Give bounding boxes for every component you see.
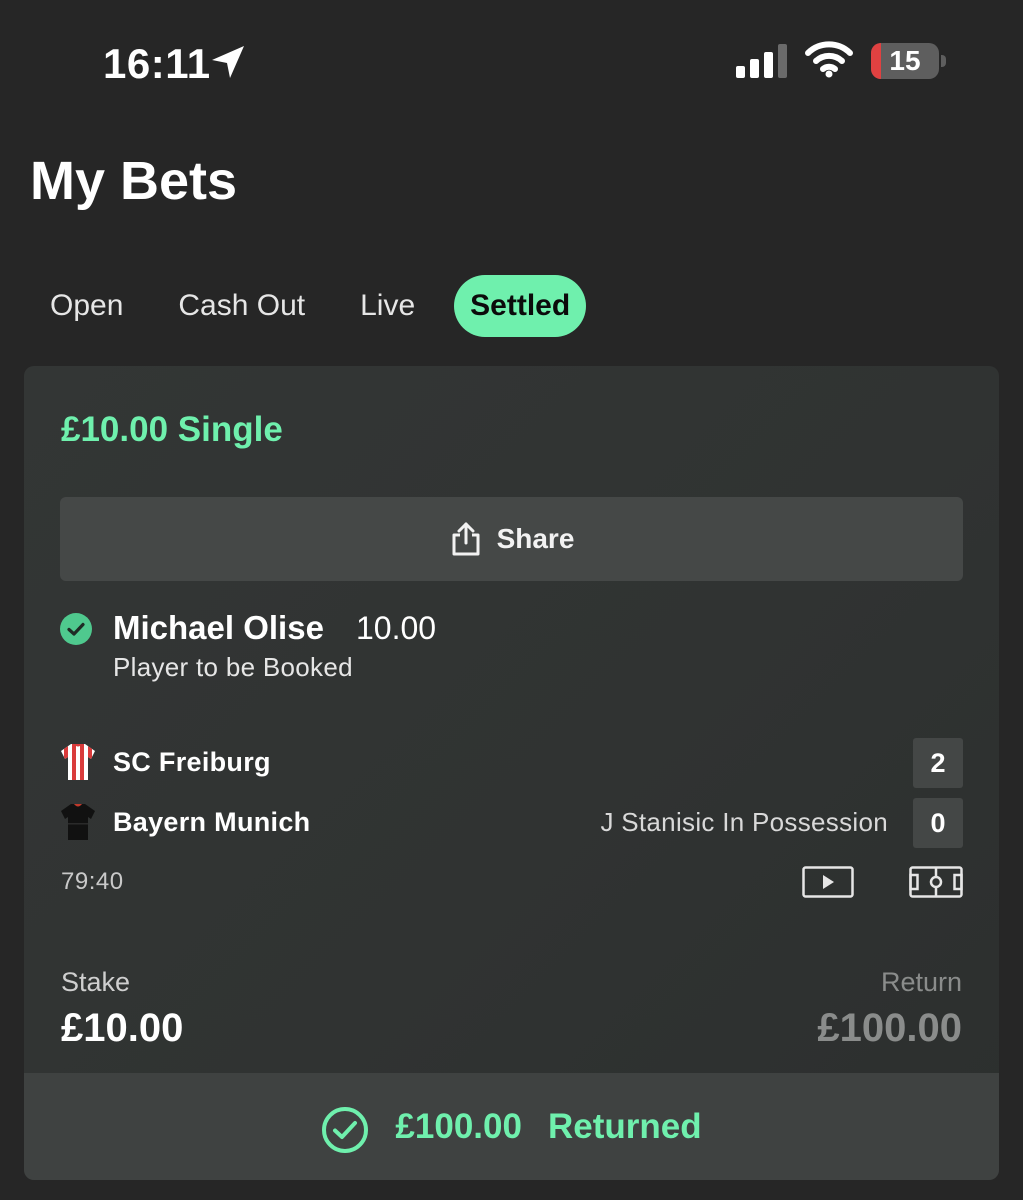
return-label: Return [880, 967, 962, 997]
video-play-icon[interactable] [802, 866, 854, 898]
tab-cash-out[interactable]: Cash Out [162, 275, 321, 337]
jersey-black-icon [61, 804, 95, 840]
result-bar: £100.00 Returned [24, 1073, 999, 1180]
selection-odds: 10.00 [356, 610, 437, 646]
location-arrow-icon [212, 46, 244, 78]
return-value: £100.00 [817, 1006, 962, 1050]
home-team-name: SC Freiburg [113, 747, 271, 777]
share-button[interactable]: Share [60, 497, 963, 581]
returned-label: Returned [547, 1106, 702, 1146]
bet-card: £10.00 Single Share Michael Olise 10.00 … [24, 366, 999, 1180]
bet-title: £10.00 Single [61, 410, 283, 449]
page-title: My Bets [30, 151, 238, 211]
battery-cap [941, 55, 946, 67]
status-bar: 16:11 15 [0, 0, 1023, 120]
jersey-red-white-stripes-icon [61, 744, 95, 780]
tab-live[interactable]: Live [344, 275, 431, 337]
away-team-name: Bayern Munich [113, 807, 311, 837]
battery-level: 15 [889, 45, 921, 76]
status-time: 16:11 [103, 40, 211, 87]
battery-icon: 15 [871, 43, 947, 79]
battery-body: 15 [871, 43, 939, 79]
home-team-score: 2 [913, 738, 963, 788]
share-icon [452, 522, 480, 556]
check-circle-icon [60, 613, 92, 645]
away-team-score: 0 [913, 798, 963, 848]
check-circle-outline-icon [322, 1106, 369, 1153]
match-clock: 79:40 [61, 868, 124, 895]
pitch-icon[interactable] [909, 866, 963, 898]
tab-open[interactable]: Open [34, 275, 139, 337]
share-label: Share [496, 523, 575, 554]
stake-value: £10.00 [61, 1006, 184, 1050]
selection-name: Michael Olise [113, 609, 324, 646]
wifi-icon [805, 41, 853, 78]
match-status-text: J Stanisic In Possession [600, 807, 888, 837]
cellular-signal-icon [736, 44, 787, 78]
stake-label: Stake [61, 967, 131, 997]
bet-tabs: Open Cash Out Live Settled [34, 275, 609, 337]
returned-amount: £100.00 [395, 1106, 522, 1146]
tab-settled[interactable]: Settled [454, 275, 587, 337]
market-name: Player to be Booked [113, 652, 353, 682]
